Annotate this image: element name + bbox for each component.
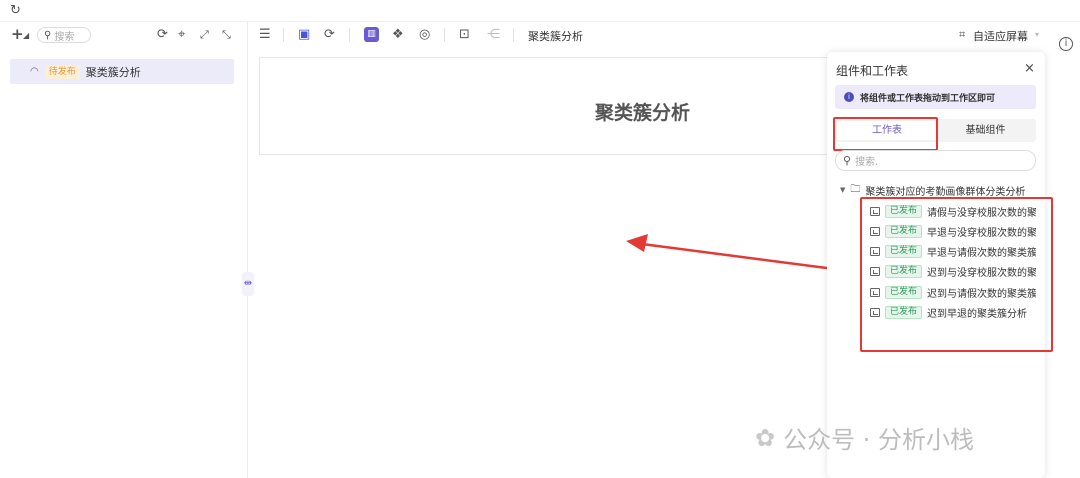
folder-label: 聚类簇对应的考勤画像群体分类分析 bbox=[865, 186, 1026, 198]
sidebar-item-label: 聚类簇分析 bbox=[85, 65, 141, 79]
annotation-arrow bbox=[626, 234, 843, 272]
divider bbox=[283, 28, 284, 42]
fit-screen-select[interactable]: 自适应屏幕 bbox=[973, 28, 1028, 44]
share-icon[interactable]: ⋲ bbox=[487, 28, 500, 42]
divider bbox=[513, 28, 514, 42]
tab-basic-components[interactable]: 基础组件 bbox=[937, 121, 1034, 140]
main-toolbar: ☰ ▣ ⟳ ▥ ❖ ◎ ⊡ ⋲ 聚类簇分析 ⌗ 自适应屏幕 ▾ i bbox=[249, 22, 1080, 51]
left-sidebar: + ◢ ⚲ 搜索 ⟳ ⌖ ⤢ ⤡ ◠ 待发布 聚类簇分析 ⇹ bbox=[0, 22, 254, 478]
wechat-icon: ✿ bbox=[755, 423, 776, 452]
collapse-handle[interactable]: ⇹ bbox=[242, 272, 254, 296]
theme-icon[interactable]: ◎ bbox=[419, 28, 430, 42]
collapse-icon[interactable]: ⤡ bbox=[222, 28, 231, 42]
info-icon: i bbox=[844, 92, 854, 102]
tab-highlight-box bbox=[833, 117, 938, 151]
search-icon: ⚲ bbox=[44, 29, 52, 41]
hint-banner: i 将组件或工作表拖动到工作区即可 bbox=[835, 85, 1036, 109]
status-badge: 待发布 bbox=[44, 64, 80, 79]
divider bbox=[444, 28, 445, 42]
search-placeholder: 搜索 bbox=[54, 31, 75, 43]
title-card[interactable]: 聚类簇分析 bbox=[259, 57, 839, 155]
add-icon[interactable]: + bbox=[11, 27, 24, 42]
locate-icon[interactable]: ⌖ bbox=[178, 28, 185, 42]
canvas-title: 聚类簇分析 bbox=[595, 102, 691, 124]
folder-icon: 🗀 bbox=[850, 183, 861, 195]
top-bar: ↻ bbox=[0, 0, 1080, 22]
search-input[interactable]: ⚲ 搜索 bbox=[37, 27, 91, 43]
component-icon[interactable]: ❖ bbox=[392, 28, 404, 42]
expand-icon[interactable]: ⤢ bbox=[200, 28, 209, 42]
outline-icon[interactable]: ☰ bbox=[259, 28, 271, 42]
panel-title: 组件和工作表 bbox=[836, 64, 909, 78]
chevron-down-icon[interactable]: ▾ bbox=[1035, 30, 1039, 39]
fit-screen-icon[interactable]: ⌗ bbox=[959, 28, 965, 42]
dashboard-icon: ◠ bbox=[30, 66, 39, 77]
divider bbox=[349, 28, 350, 42]
folder-row[interactable]: ▼ 🗀 聚类簇对应的考勤画像群体分类分析 bbox=[840, 183, 1026, 198]
close-icon[interactable]: × bbox=[1024, 61, 1035, 76]
panel-search-input[interactable]: ⚲ 搜索. bbox=[835, 150, 1036, 171]
refresh-icon[interactable]: ↻ bbox=[10, 4, 21, 18]
components-panel: 组件和工作表 × i 将组件或工作表拖动到工作区即可 工作表 基础组件 ⚲ 搜索… bbox=[827, 52, 1053, 478]
sync-icon[interactable]: ⟳ bbox=[157, 28, 168, 42]
search-placeholder: 搜索. bbox=[855, 157, 879, 168]
caret-down-icon[interactable]: ▼ bbox=[840, 186, 845, 194]
watermark: ✿ 公众号 · 分析小栈 bbox=[755, 420, 974, 455]
search-icon: ⚲ bbox=[843, 154, 852, 167]
list-highlight-box bbox=[860, 197, 1053, 352]
reload-icon[interactable]: ⟳ bbox=[324, 28, 335, 42]
watermark-text: 公众号 · 分析小栈 bbox=[783, 426, 974, 454]
hint-text: 将组件或工作表拖动到工作区即可 bbox=[860, 93, 996, 104]
info-icon[interactable]: i bbox=[1059, 37, 1073, 51]
preview-icon[interactable]: ⊡ bbox=[459, 28, 470, 42]
chart-icon[interactable]: ▥ bbox=[364, 27, 379, 42]
page-title: 聚类簇分析 bbox=[528, 30, 583, 43]
sidebar-item-dashboard[interactable]: ◠ 待发布 聚类簇分析 bbox=[10, 59, 234, 84]
add-dropdown-icon[interactable]: ◢ bbox=[23, 31, 29, 40]
save-icon[interactable]: ▣ bbox=[298, 28, 310, 42]
